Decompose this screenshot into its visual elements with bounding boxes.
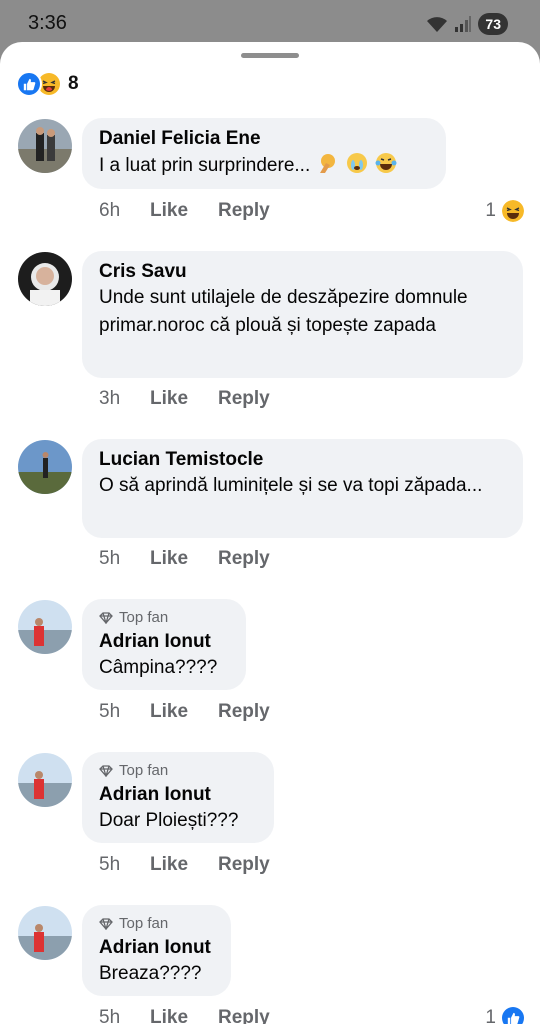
reply-button[interactable]: Reply bbox=[218, 701, 270, 723]
reply-button[interactable]: Reply bbox=[218, 200, 270, 222]
comment-text: Breaza???? bbox=[99, 963, 202, 984]
comment-text: Doar Ploiești??? bbox=[99, 810, 239, 831]
like-reaction-icon bbox=[16, 71, 42, 97]
comment-actions: 5h Like Reply bbox=[99, 548, 270, 570]
comment-text-wrap: I a luat prin surprindere... bbox=[99, 151, 429, 180]
avatar[interactable] bbox=[18, 753, 72, 807]
top-fan-badge: Top fan bbox=[99, 761, 257, 781]
like-button[interactable]: Like bbox=[150, 854, 218, 876]
comment-actions: 5h Like Reply bbox=[99, 701, 270, 723]
reaction-count-value: 1 bbox=[485, 200, 496, 221]
comment-author[interactable]: Adrian Ionut bbox=[99, 783, 257, 807]
status-icons: 73 bbox=[426, 13, 508, 35]
badge-label: Top fan bbox=[119, 915, 169, 932]
comment-text: O să aprindă luminițele și se va topi ză… bbox=[99, 475, 483, 496]
comment-reaction-count[interactable]: 1 bbox=[485, 200, 524, 222]
status-time: 3:36 bbox=[28, 12, 67, 34]
comment-time: 5h bbox=[99, 1007, 121, 1024]
comment-author[interactable]: Lucian Temistocle bbox=[99, 448, 506, 472]
reaction-count: 8 bbox=[68, 73, 79, 94]
diamond-icon bbox=[99, 612, 113, 624]
comment-bubble[interactable]: Top fan Adrian Ionut Breaza???? bbox=[82, 905, 231, 996]
comment-text: I a luat prin surprindere... bbox=[99, 155, 311, 176]
like-button[interactable]: Like bbox=[150, 701, 218, 723]
comment-time: 5h bbox=[99, 854, 121, 875]
comment-author[interactable]: Adrian Ionut bbox=[99, 936, 214, 960]
haha-reaction-icon bbox=[502, 200, 524, 222]
like-button[interactable]: Like bbox=[150, 388, 218, 410]
badge-label: Top fan bbox=[119, 609, 169, 626]
avatar[interactable] bbox=[18, 906, 72, 960]
reply-button[interactable]: Reply bbox=[218, 854, 270, 876]
comment-time: 5h bbox=[99, 548, 121, 569]
like-button[interactable]: Like bbox=[150, 548, 218, 570]
top-fan-badge: Top fan bbox=[99, 608, 229, 628]
comment-bubble[interactable]: Daniel Felicia Ene I a luat prin surprin… bbox=[82, 118, 446, 189]
comment-bubble[interactable]: Lucian Temistocle O să aprindă luminițel… bbox=[82, 439, 523, 538]
comment-actions: 5h Like Reply bbox=[99, 1007, 270, 1024]
comment-time: 5h bbox=[99, 701, 121, 722]
battery-indicator: 73 bbox=[478, 13, 508, 35]
comments-sheet[interactable]: 8 Daniel Felicia Ene I a luat prin surpr… bbox=[0, 42, 540, 1024]
comment-actions: 6h Like Reply bbox=[99, 200, 270, 222]
reply-button[interactable]: Reply bbox=[218, 388, 270, 410]
crying-face-emoji-icon bbox=[346, 153, 367, 173]
reactions-summary[interactable]: 8 bbox=[16, 71, 79, 97]
reaction-count-value: 1 bbox=[485, 1007, 496, 1024]
status-bar: 3:36 73 bbox=[0, 0, 540, 44]
comment-author[interactable]: Adrian Ionut bbox=[99, 630, 229, 654]
comment-actions: 3h Like Reply bbox=[99, 388, 270, 410]
comment-reaction-count[interactable]: 1 bbox=[485, 1007, 524, 1024]
top-fan-badge: Top fan bbox=[99, 914, 214, 934]
wifi-icon bbox=[427, 17, 448, 32]
reply-button[interactable]: Reply bbox=[218, 548, 270, 570]
tears-of-joy-emoji-icon bbox=[375, 153, 397, 173]
like-button[interactable]: Like bbox=[150, 200, 218, 222]
comment-time: 6h bbox=[99, 200, 121, 221]
diamond-icon bbox=[99, 918, 113, 930]
badge-label: Top fan bbox=[119, 762, 169, 779]
comment-bubble[interactable]: Top fan Adrian Ionut Câmpina???? bbox=[82, 599, 246, 690]
like-reaction-icon bbox=[502, 1007, 524, 1024]
avatar[interactable] bbox=[18, 252, 72, 306]
comment-bubble[interactable]: Cris Savu Unde sunt utilajele de deszăpe… bbox=[82, 251, 523, 378]
avatar[interactable] bbox=[18, 600, 72, 654]
reply-button[interactable]: Reply bbox=[218, 1007, 270, 1024]
comment-author[interactable]: Cris Savu bbox=[99, 260, 506, 284]
sheet-drag-handle[interactable] bbox=[241, 53, 299, 58]
facepalm-emoji-icon bbox=[319, 154, 335, 173]
signal-icon bbox=[455, 16, 472, 32]
comment-actions: 5h Like Reply bbox=[99, 854, 270, 876]
comment-author[interactable]: Daniel Felicia Ene bbox=[99, 127, 429, 151]
diamond-icon bbox=[99, 765, 113, 777]
comment-text: Câmpina???? bbox=[99, 657, 218, 678]
avatar[interactable] bbox=[18, 119, 72, 173]
comment-time: 3h bbox=[99, 388, 121, 409]
comment-bubble[interactable]: Top fan Adrian Ionut Doar Ploiești??? bbox=[82, 752, 274, 843]
comment-text: Unde sunt utilajele de deszăpezire domnu… bbox=[99, 287, 468, 336]
like-button[interactable]: Like bbox=[150, 1007, 218, 1024]
avatar[interactable] bbox=[18, 440, 72, 494]
